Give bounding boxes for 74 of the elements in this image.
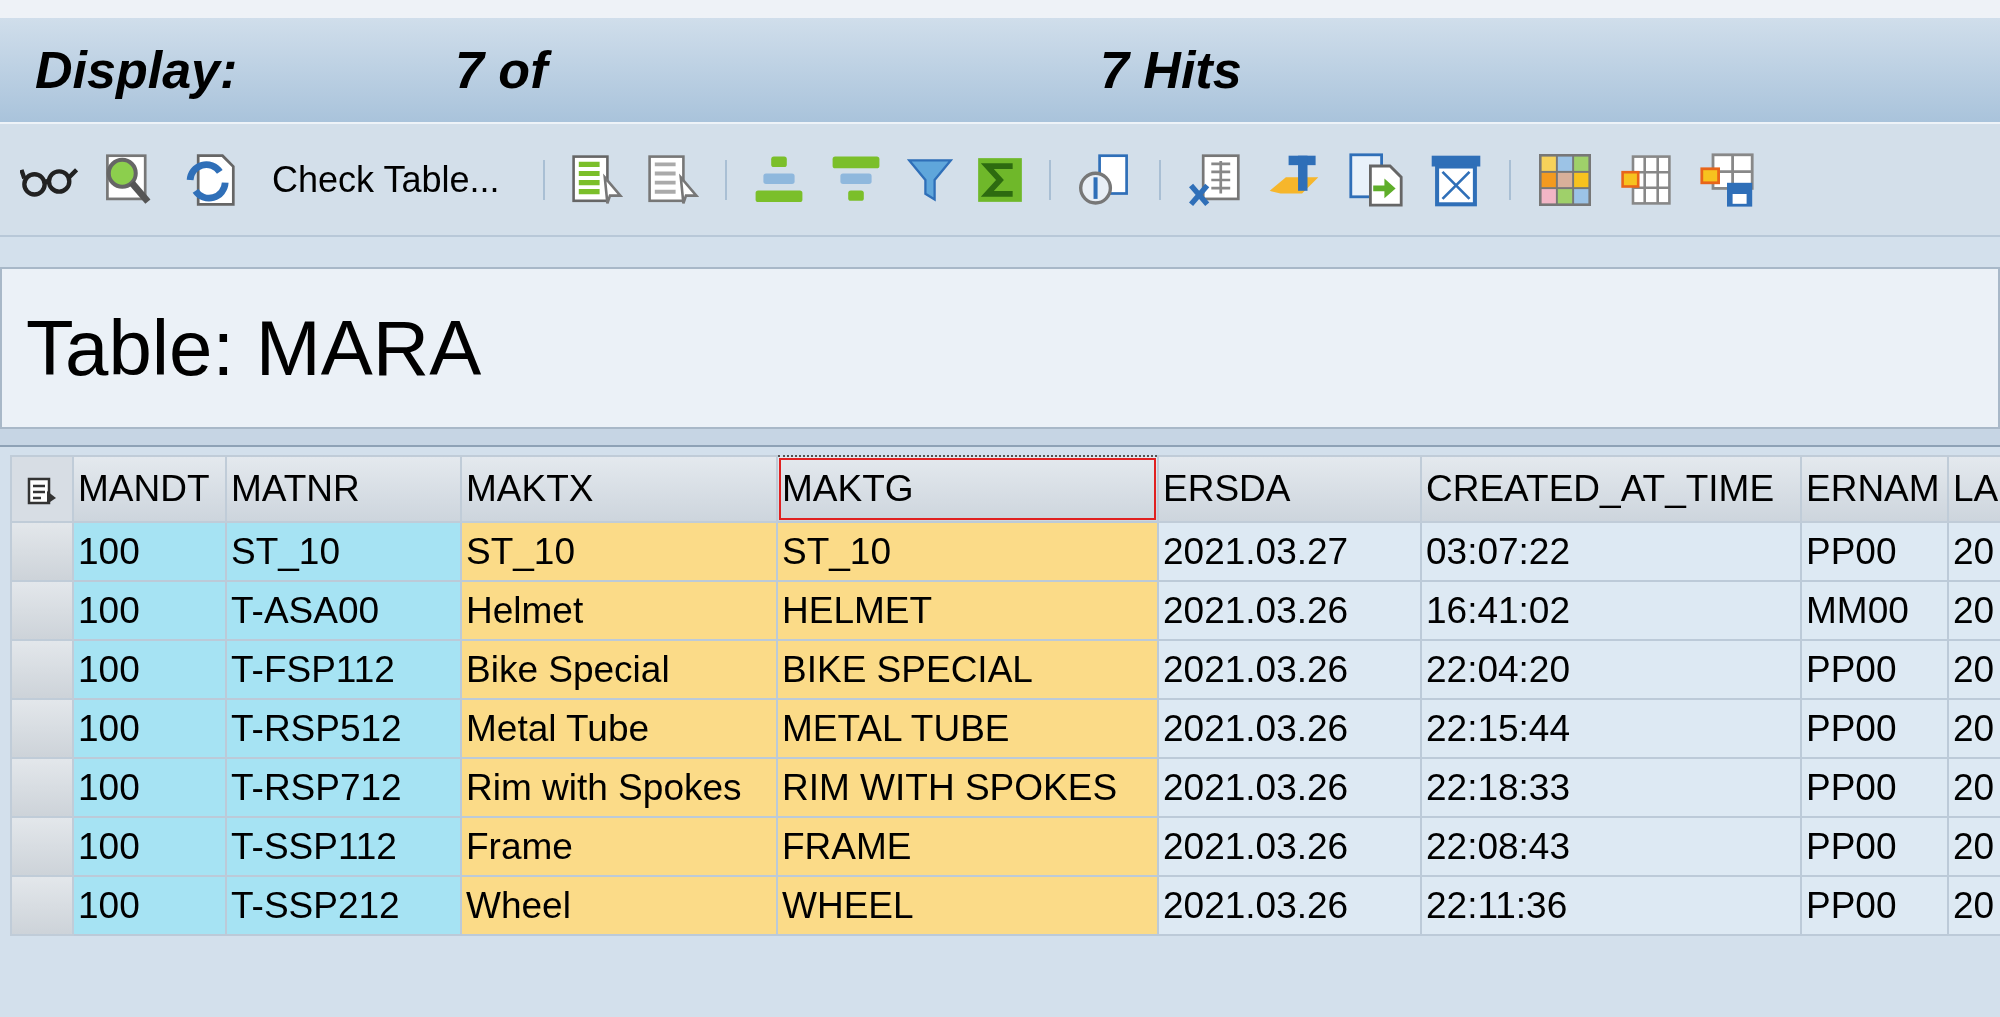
table-cell: T-RSP512: [226, 699, 461, 758]
colored-grid-icon[interactable]: [1537, 153, 1594, 206]
table-cell: 2021.03.26: [1158, 758, 1421, 817]
table-cell: 100: [73, 640, 226, 699]
table-cell: Helmet: [461, 581, 777, 640]
table-cell: Rim with Spokes: [461, 758, 777, 817]
table-cell: 20: [1948, 876, 2000, 935]
table-cell: T-RSP712: [226, 758, 461, 817]
select-all-icon[interactable]: [571, 152, 624, 207]
table-cell: T-ASA00: [226, 581, 461, 640]
column-header[interactable]: MANDT: [73, 456, 226, 522]
deselect-all-icon[interactable]: [647, 152, 700, 207]
table-cell: 2021.03.26: [1158, 876, 1421, 935]
table-cell: 16:41:02: [1421, 581, 1801, 640]
table-cell: T-SSP212: [226, 876, 461, 935]
table-cell: 100: [73, 817, 226, 876]
table-cell: PP00: [1801, 699, 1948, 758]
table-cell: 20: [1948, 522, 2000, 581]
table-cell: 22:15:44: [1421, 699, 1801, 758]
table-cell: 20: [1948, 699, 2000, 758]
table-cell: T-SSP112: [226, 817, 461, 876]
table-cell: 20: [1948, 640, 2000, 699]
table-cell: Frame: [461, 817, 777, 876]
table-cell: WHEEL: [777, 876, 1158, 935]
table-cell: ST_10: [777, 522, 1158, 581]
table-cell: T-FSP112: [226, 640, 461, 699]
table-cell: MM00: [1801, 581, 1948, 640]
column-header[interactable]: ERSDA: [1158, 456, 1421, 522]
table-cell: 20: [1948, 817, 2000, 876]
table-cell: 100: [73, 522, 226, 581]
title-label: Display:: [35, 40, 238, 101]
table-cell: 22:04:20: [1421, 640, 1801, 699]
table-cell: 22:11:36: [1421, 876, 1801, 935]
table-cell: PP00: [1801, 640, 1948, 699]
spreadsheet-icon[interactable]: [1187, 152, 1242, 207]
table-cell: 2021.03.26: [1158, 640, 1421, 699]
table-cell: HELMET: [777, 581, 1158, 640]
table-cell: 20: [1948, 581, 2000, 640]
table-cell: Bike Special: [461, 640, 777, 699]
table-cell: 03:07:22: [1421, 522, 1801, 581]
table-cell: Metal Tube: [461, 699, 777, 758]
check-table-button[interactable]: Check Table...: [262, 152, 510, 207]
column-header[interactable]: LA: [1948, 456, 2000, 522]
table-cell: PP00: [1801, 758, 1948, 817]
table-cell: Wheel: [461, 876, 777, 935]
table-cell: 22:18:33: [1421, 758, 1801, 817]
table-cell: BIKE SPECIAL: [777, 640, 1158, 699]
table-cell: ST_10: [461, 522, 777, 581]
hit-total: 7 Hits: [1100, 40, 1242, 101]
table-cell: 2021.03.26: [1158, 581, 1421, 640]
table-cell: METAL TUBE: [777, 699, 1158, 758]
table-cell: 2021.03.26: [1158, 817, 1421, 876]
column-header[interactable]: MATNR: [226, 456, 461, 522]
table-cell: 100: [73, 758, 226, 817]
column-header[interactable]: CREATED_AT_TIME: [1421, 456, 1801, 522]
table-cell: RIM WITH SPOKES: [777, 758, 1158, 817]
table-cell: 20: [1948, 758, 2000, 817]
table-cell: ST_10: [226, 522, 461, 581]
table-cell: 100: [73, 699, 226, 758]
table-cell: 100: [73, 876, 226, 935]
save-layout-icon[interactable]: [1699, 150, 1756, 209]
table-cell: 2021.03.26: [1158, 699, 1421, 758]
table-cell: PP00: [1801, 522, 1948, 581]
table-cell: PP00: [1801, 876, 1948, 935]
table-cell: FRAME: [777, 817, 1158, 876]
table-cell: 2021.03.27: [1158, 522, 1421, 581]
table-cell: PP00: [1801, 817, 1948, 876]
column-header[interactable]: ERNAM: [1801, 456, 1948, 522]
table-cell: 100: [73, 581, 226, 640]
column-header[interactable]: MAKTX: [461, 456, 777, 522]
export-icon[interactable]: [1347, 151, 1406, 208]
column-header[interactable]: MAKTG: [777, 456, 1158, 522]
table-title: Table: MARA: [26, 302, 482, 394]
table-cell: 22:08:43: [1421, 817, 1801, 876]
